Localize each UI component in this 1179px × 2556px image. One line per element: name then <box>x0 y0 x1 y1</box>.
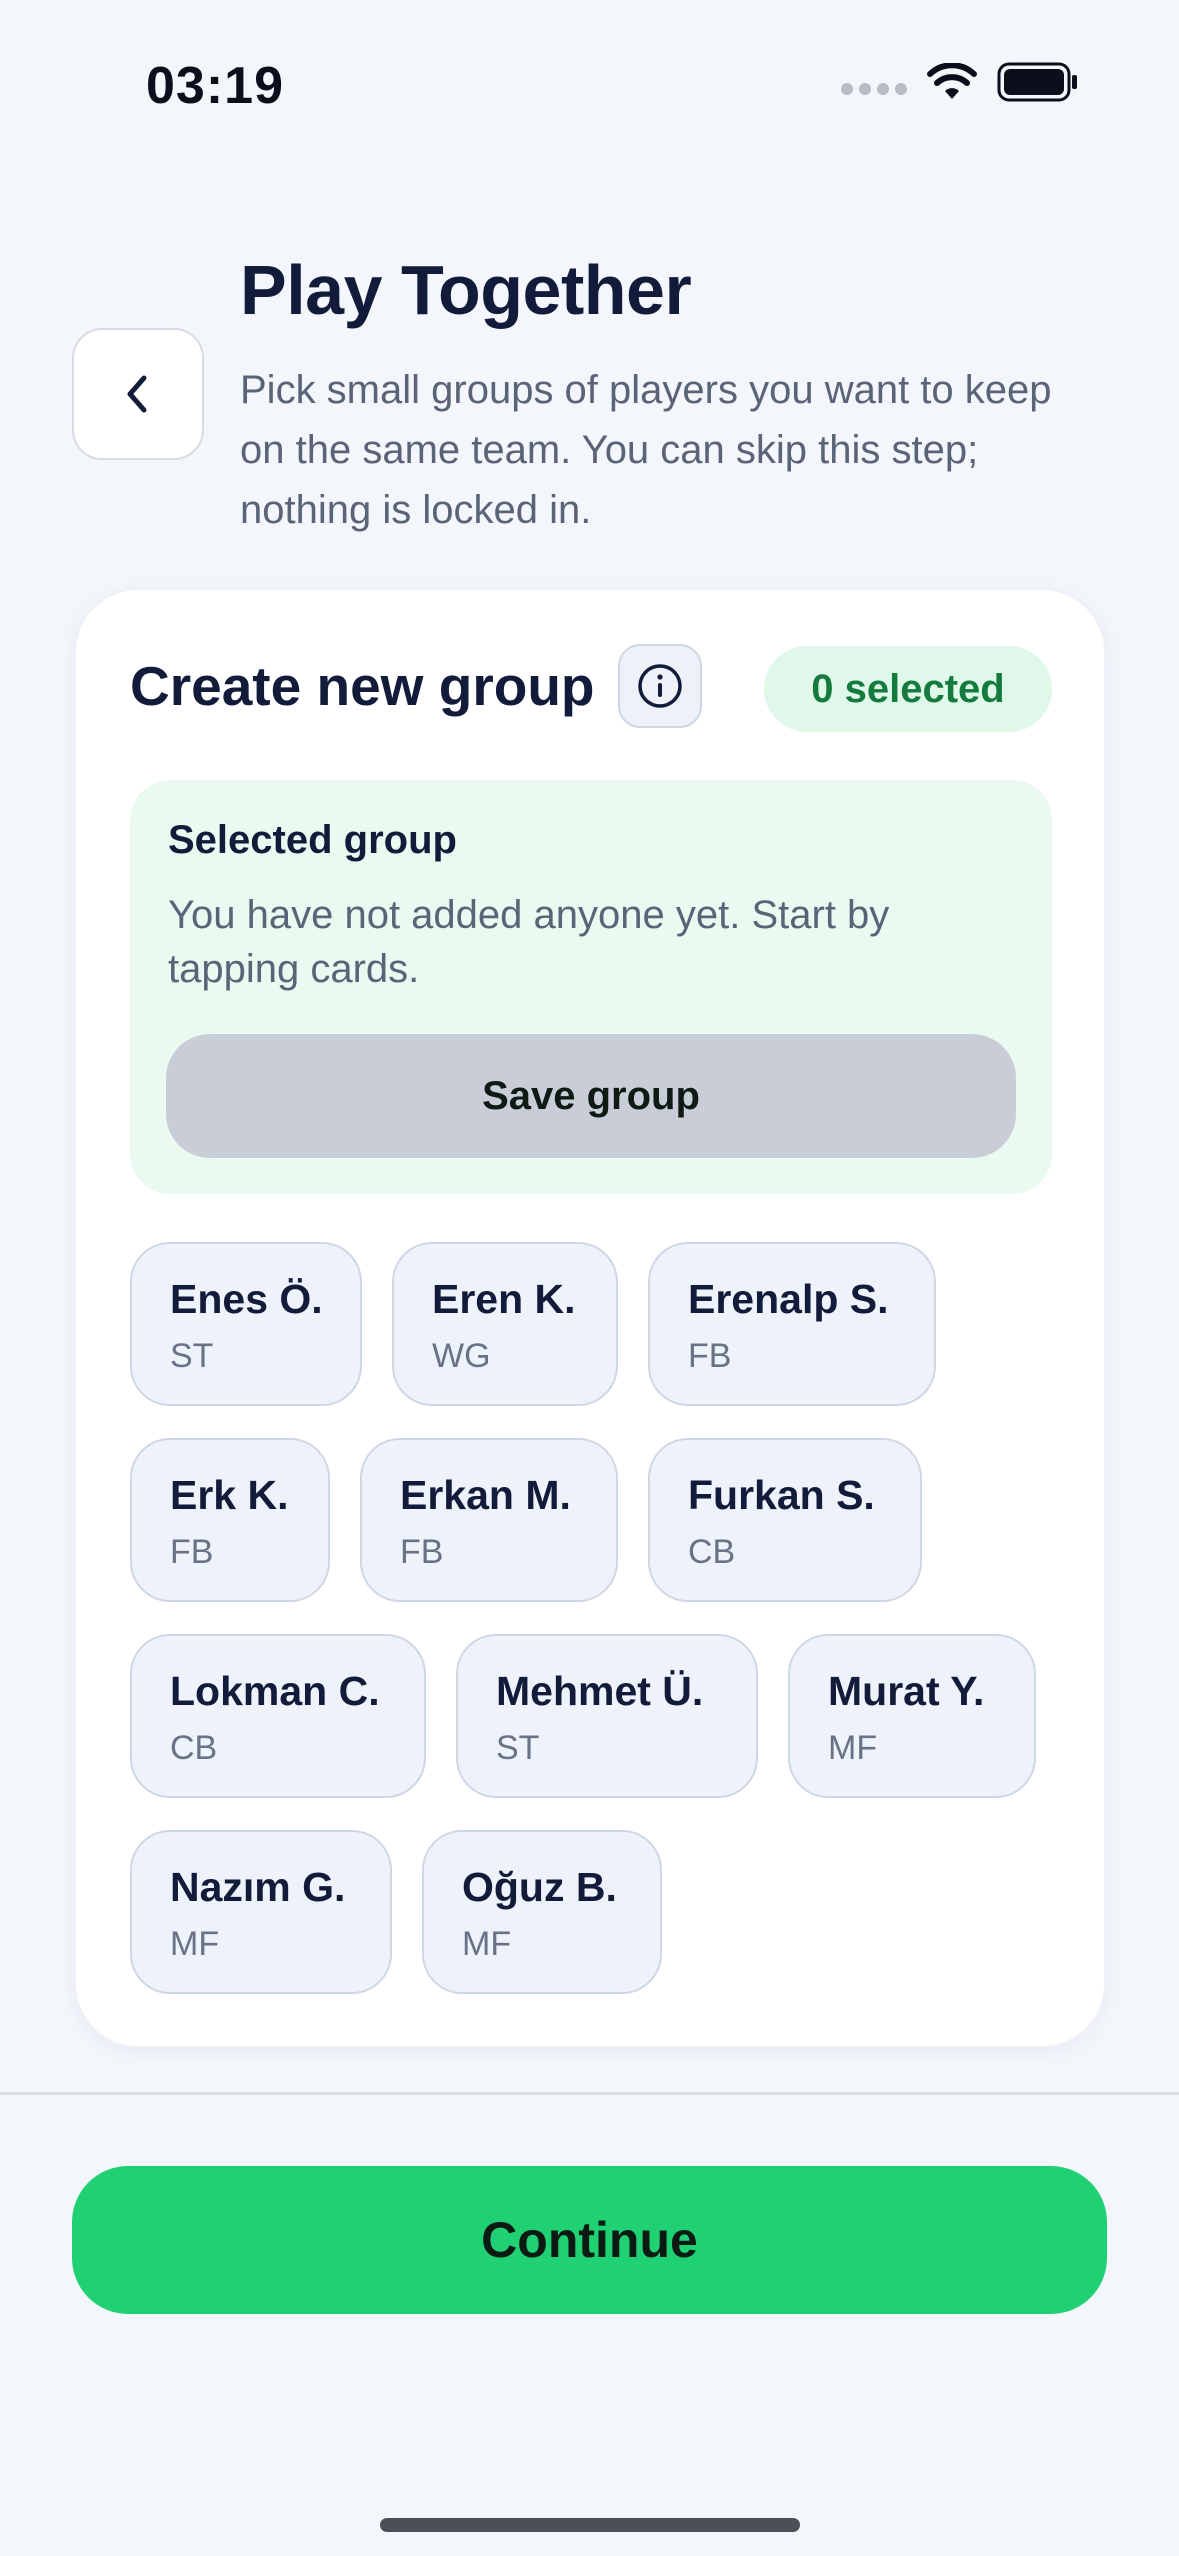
player-position: MF <box>828 1729 878 1767</box>
player-card[interactable]: Oğuz B. MF <box>422 1830 662 1994</box>
chevron-left-icon <box>127 375 147 413</box>
create-group-card: Create new group 0 selected Selected gro… <box>74 588 1106 2048</box>
player-row: Lokman C. CB Mehmet Ü. ST Murat Y. MF <box>130 1634 1070 1798</box>
footer-divider <box>0 2092 1179 2095</box>
card-title: Create new group <box>130 655 595 717</box>
back-button[interactable] <box>72 328 204 460</box>
player-name: Nazım G. <box>170 1864 346 1910</box>
screen: 03:19 Play Together Pick small groups of… <box>0 0 1179 2556</box>
player-position: MF <box>170 1925 220 1963</box>
cellular-signal-icon <box>841 83 907 95</box>
player-name: Oğuz B. <box>462 1864 617 1910</box>
player-position: WG <box>432 1337 491 1375</box>
player-name: Lokman C. <box>170 1668 380 1714</box>
save-group-button[interactable]: Save group <box>166 1034 1016 1158</box>
player-list: Enes Ö. ST Eren K. WG Erenalp S. FB Erk … <box>130 1242 1070 2026</box>
player-name: Enes Ö. <box>170 1276 323 1322</box>
status-icons <box>841 62 1079 102</box>
player-card[interactable]: Furkan S. CB <box>648 1438 922 1602</box>
info-circle-icon <box>638 664 682 708</box>
home-indicator[interactable] <box>380 2518 800 2532</box>
player-name: Erkan M. <box>400 1472 571 1518</box>
player-card[interactable]: Murat Y. MF <box>788 1634 1036 1798</box>
player-name: Eren K. <box>432 1276 576 1322</box>
player-card[interactable]: Mehmet Ü. ST <box>456 1634 758 1798</box>
player-card[interactable]: Nazım G. MF <box>130 1830 392 1994</box>
player-name: Erk K. <box>170 1472 289 1518</box>
player-name: Erenalp S. <box>688 1276 889 1322</box>
player-row: Nazım G. MF Oğuz B. MF <box>130 1830 1070 1994</box>
player-card[interactable]: Erk K. FB <box>130 1438 330 1602</box>
selected-group-heading: Selected group <box>168 818 457 862</box>
wifi-icon <box>927 63 977 99</box>
player-position: FB <box>170 1533 214 1571</box>
player-position: FB <box>400 1533 444 1571</box>
player-position: MF <box>462 1925 512 1963</box>
info-button[interactable] <box>618 644 702 728</box>
player-card[interactable]: Enes Ö. ST <box>130 1242 362 1406</box>
player-row: Erk K. FB Erkan M. FB Furkan S. CB <box>130 1438 1070 1602</box>
player-card[interactable]: Eren K. WG <box>392 1242 618 1406</box>
selected-count-badge: 0 selected <box>764 646 1052 732</box>
player-row: Enes Ö. ST Eren K. WG Erenalp S. FB <box>130 1242 1070 1406</box>
player-name: Furkan S. <box>688 1472 875 1518</box>
page-title: Play Together <box>240 251 692 329</box>
status-time: 03:19 <box>146 57 284 115</box>
player-position: FB <box>688 1337 732 1375</box>
player-position: CB <box>170 1729 218 1767</box>
continue-button[interactable]: Continue <box>72 2166 1107 2314</box>
player-position: CB <box>688 1533 736 1571</box>
battery-icon <box>997 62 1077 102</box>
page-subtitle: Pick small groups of players you want to… <box>240 368 1052 532</box>
player-name: Mehmet Ü. <box>496 1668 704 1714</box>
player-card[interactable]: Lokman C. CB <box>130 1634 426 1798</box>
player-name: Murat Y. <box>828 1668 985 1714</box>
player-card[interactable]: Erenalp S. FB <box>648 1242 936 1406</box>
player-position: ST <box>170 1337 214 1375</box>
selected-group-empty-text: You have not added anyone yet. Start by … <box>168 893 890 991</box>
selected-group-panel: Selected group You have not added anyone… <box>130 780 1052 1194</box>
player-card[interactable]: Erkan M. FB <box>360 1438 618 1602</box>
player-position: ST <box>496 1729 540 1767</box>
